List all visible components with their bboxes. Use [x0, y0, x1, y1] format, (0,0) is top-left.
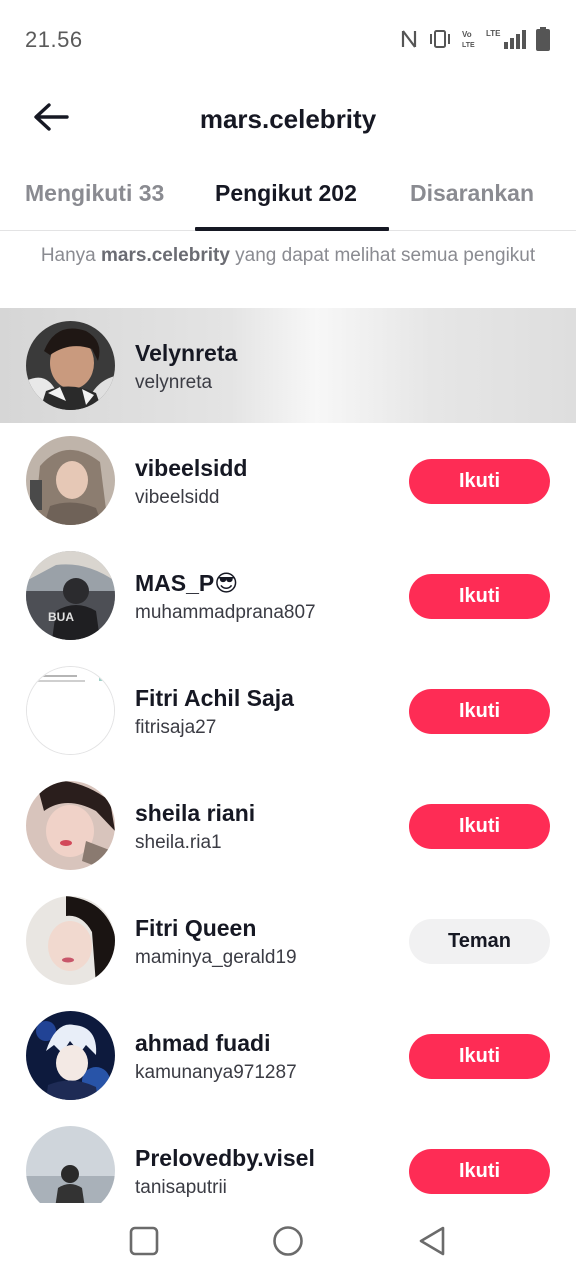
- vibrate-icon: [428, 29, 452, 49]
- tab-suggested[interactable]: Disarankan: [410, 180, 534, 207]
- system-nav-bar: [0, 1203, 576, 1280]
- follower-handle: vibeelsidd: [135, 487, 220, 508]
- avatar[interactable]: [26, 321, 115, 410]
- home-button[interactable]: [268, 1223, 308, 1263]
- follower-handle: velynreta: [135, 372, 213, 393]
- follower-name: MAS_P😎: [135, 570, 239, 596]
- follower-handle: kamunanya971287: [135, 1062, 297, 1083]
- list-item[interactable]: Fitri Queen maminya_gerald19 Teman: [0, 883, 576, 998]
- tab-bar: Mengikuti 33 Pengikut 202 Disarankan: [0, 160, 576, 231]
- follower-handle: tanisaputrii: [135, 1177, 227, 1198]
- list-item[interactable]: Prelovedby.visel tanisaputrii Ikuti: [0, 1113, 576, 1203]
- follow-button[interactable]: Ikuti: [409, 459, 550, 504]
- follow-button[interactable]: Ikuti: [409, 689, 550, 734]
- follower-handle: sheila.ria1: [135, 832, 222, 853]
- home-circle-icon: [272, 1225, 304, 1262]
- notice-username: mars.celebrity: [101, 245, 230, 266]
- follower-name: Fitri Achil Saja: [135, 685, 294, 711]
- list-item[interactable]: vibeelsidd vibeelsidd Ikuti: [0, 423, 576, 538]
- follower-name: Prelovedby.visel: [135, 1145, 315, 1171]
- friends-button[interactable]: Teman: [409, 919, 550, 964]
- follow-button[interactable]: Ikuti: [409, 1034, 550, 1079]
- avatar[interactable]: [26, 1011, 115, 1100]
- recents-button[interactable]: [124, 1223, 164, 1263]
- status-bar: 21.56 Vo LTE LTE: [0, 0, 576, 80]
- back-nav-button[interactable]: [412, 1223, 452, 1263]
- header: mars.celebrity: [0, 80, 576, 160]
- avatar[interactable]: [26, 781, 115, 870]
- avatar[interactable]: BUA: [26, 551, 115, 640]
- svg-text:BUA: BUA: [48, 610, 74, 624]
- list-item[interactable]: BUA MAS_P😎 muhammadprana807 Ikuti: [0, 538, 576, 653]
- tab-following[interactable]: Mengikuti 33: [25, 180, 164, 207]
- follower-name: Velynreta: [135, 340, 238, 366]
- list-item[interactable]: Velynreta velynreta: [0, 308, 576, 423]
- recents-square-icon: [129, 1226, 159, 1261]
- notice-suffix: yang dapat melihat semua pengikut: [229, 245, 536, 266]
- notice-prefix: Hanya: [40, 245, 102, 266]
- battery-icon: [536, 27, 550, 51]
- list-item[interactable]: ahmad fuadi kamunanya971287 Ikuti: [0, 998, 576, 1113]
- follower-name: Fitri Queen: [135, 915, 257, 941]
- follower-name: sheila riani: [135, 800, 256, 826]
- avatar[interactable]: [26, 1126, 115, 1203]
- back-triangle-icon: [417, 1225, 447, 1262]
- follower-name: ahmad fuadi: [135, 1030, 271, 1056]
- list-item[interactable]: Fitri Achil Saja fitrisaja27 Ikuti: [0, 653, 576, 768]
- follower-handle: muhammadprana807: [135, 602, 316, 623]
- avatar[interactable]: [26, 896, 115, 985]
- svg-text:Vo: Vo: [462, 30, 472, 39]
- follower-name: vibeelsidd: [135, 455, 248, 481]
- volte-icon: Vo LTE: [462, 28, 476, 50]
- page-title: mars.celebrity: [199, 104, 377, 134]
- avatar[interactable]: [26, 436, 115, 525]
- avatar[interactable]: [26, 666, 115, 755]
- follow-button[interactable]: Ikuti: [409, 1149, 550, 1194]
- status-icons: Vo LTE LTE: [400, 26, 550, 52]
- svg-text:LTE: LTE: [486, 29, 501, 38]
- follower-list: Velynreta velynreta vibeelsidd vibeelsid…: [0, 308, 576, 1203]
- follow-button[interactable]: Ikuti: [409, 574, 550, 619]
- status-time: 21.56: [25, 27, 83, 52]
- follower-handle: fitrisaja27: [135, 717, 217, 738]
- tab-followers[interactable]: Pengikut 202: [215, 180, 357, 207]
- follower-handle: maminya_gerald19: [135, 947, 297, 968]
- follow-button[interactable]: Ikuti: [409, 804, 550, 849]
- lte-signal-icon: LTE: [486, 28, 526, 50]
- active-tab-indicator: [195, 227, 389, 231]
- nfc-icon: [400, 29, 418, 49]
- list-item[interactable]: sheila riani sheila.ria1 Ikuti: [0, 768, 576, 883]
- privacy-notice: Hanya mars.celebrity yang dapat melihat …: [40, 243, 536, 269]
- svg-text:LTE: LTE: [462, 42, 475, 49]
